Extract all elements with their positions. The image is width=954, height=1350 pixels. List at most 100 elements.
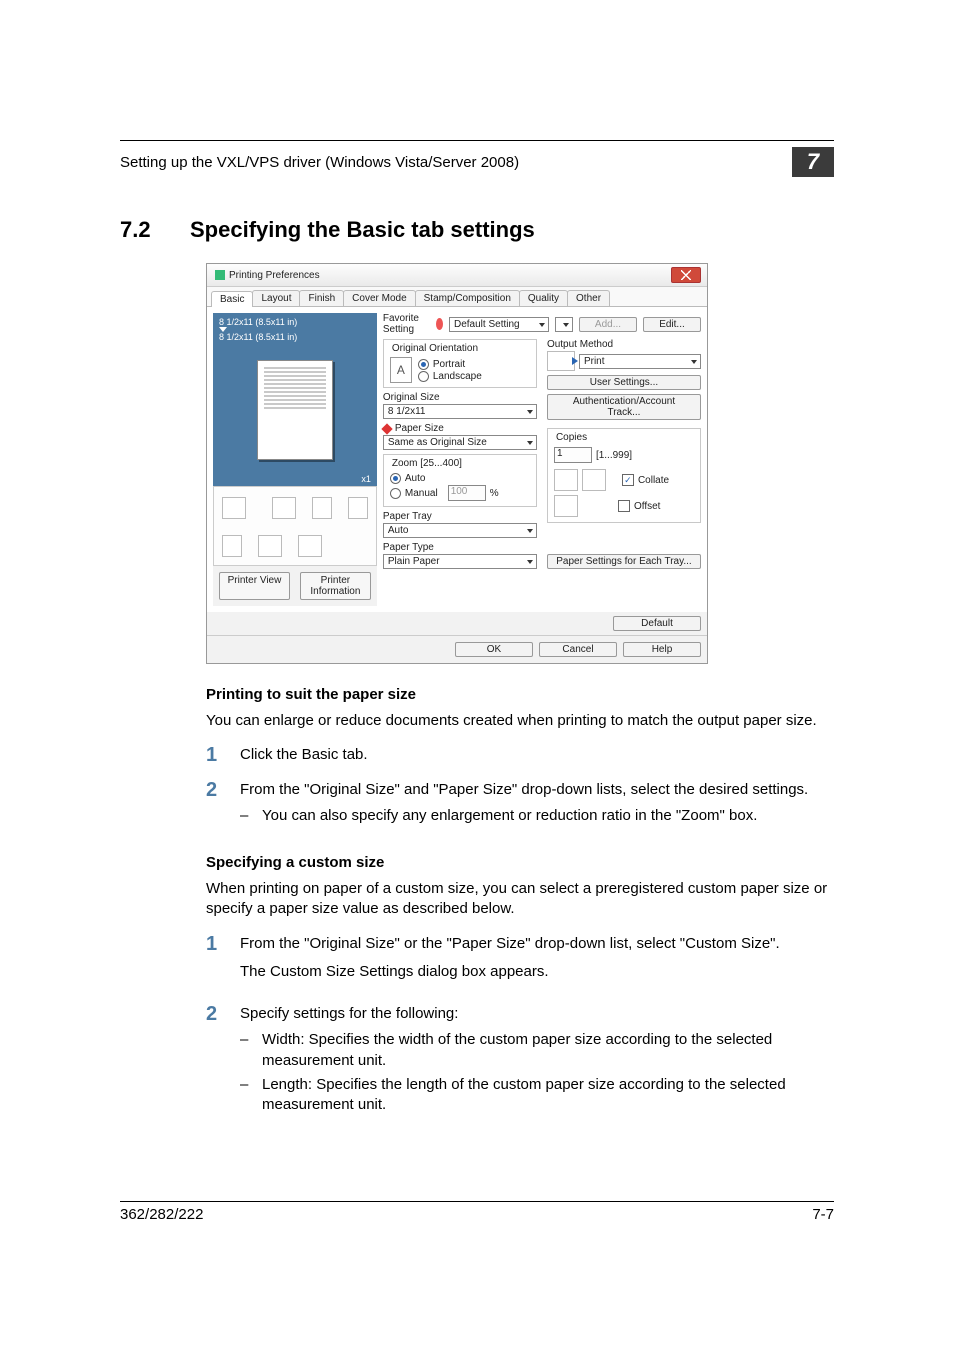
tab-cover-mode[interactable]: Cover Mode (343, 290, 415, 306)
edit-favorite-button[interactable]: Edit... (643, 317, 701, 332)
copies-range-label: [1...999] (596, 450, 632, 461)
subsection-heading: Specifying a custom size (206, 854, 834, 871)
offset-icon (554, 495, 578, 517)
zoom-manual-label: Manual (405, 488, 438, 499)
preview-status-icon (298, 535, 322, 557)
footer-left: 362/282/222 (120, 1206, 203, 1223)
original-size-label: Original Size (383, 392, 537, 403)
printing-preferences-dialog: Printing Preferences Basic Layout Finish… (206, 263, 708, 664)
preview-status-icon (312, 497, 332, 519)
close-icon[interactable] (671, 267, 701, 283)
cancel-button[interactable]: Cancel (539, 642, 617, 657)
dialog-title-icon (215, 270, 225, 280)
paper-size-icon (381, 423, 392, 434)
printer-information-button[interactable]: Printer Information (300, 572, 371, 600)
landscape-radio[interactable] (418, 371, 429, 382)
landscape-label: Landscape (433, 371, 482, 382)
original-size-dropdown[interactable]: 8 1/2x11 (383, 404, 537, 419)
section-heading: 7.2Specifying the Basic tab settings (120, 217, 834, 243)
section-number: 7.2 (120, 217, 190, 243)
orientation-legend: Original Orientation (390, 343, 480, 354)
body-text: You can enlarge or reduce documents crea… (206, 711, 834, 731)
step-sub-text: Length: Specifies the length of the cust… (262, 1075, 834, 1116)
preview-size-1: 8 1/2x11 (8.5x11 in) (219, 317, 297, 327)
preview-size-2: 8 1/2x11 (8.5x11 in) (219, 332, 297, 342)
preview-status-icon (348, 497, 368, 519)
subsection-heading: Printing to suit the paper size (206, 686, 834, 703)
zoom-manual-radio[interactable] (390, 488, 401, 499)
zoom-auto-label: Auto (405, 473, 426, 484)
output-method-icon (547, 351, 575, 371)
body-text: When printing on paper of a custom size,… (206, 879, 834, 920)
step-text: From the "Original Size" or the "Paper S… (240, 934, 834, 954)
preview-status-icon (222, 535, 242, 557)
tab-finish[interactable]: Finish (299, 290, 344, 306)
paper-settings-each-tray-button[interactable]: Paper Settings for Each Tray... (547, 554, 701, 569)
portrait-radio[interactable] (418, 359, 429, 370)
favorite-setting-label: Favorite Setting (383, 313, 424, 335)
offset-checkbox[interactable] (618, 500, 630, 512)
step-after-text: The Custom Size Settings dialog box appe… (240, 962, 834, 982)
tab-basic[interactable]: Basic (211, 291, 253, 307)
tab-other[interactable]: Other (567, 290, 610, 306)
zoom-legend: Zoom [25...400] (390, 458, 464, 469)
printer-view-button[interactable]: Printer View (219, 572, 290, 600)
zoom-value-input[interactable]: 100 (448, 485, 486, 501)
original-orientation-group: Original Orientation A Portrait Landscap… (383, 339, 537, 388)
paper-tray-dropdown[interactable]: Auto (383, 523, 537, 538)
step-number: 2 (206, 780, 240, 833)
step-number: 1 (206, 745, 240, 765)
collate-icon (582, 469, 606, 491)
output-method-dropdown[interactable]: Print (579, 354, 701, 369)
zoom-group: Zoom [25...400] Auto Manual 100 % (383, 454, 537, 507)
default-button[interactable]: Default (613, 616, 701, 631)
star-icon (436, 318, 443, 330)
step-number: 1 (206, 934, 240, 991)
paper-size-label: Paper Size (395, 423, 444, 434)
output-method-label: Output Method (547, 339, 701, 350)
zoom-auto-radio[interactable] (390, 473, 401, 484)
paper-size-dropdown[interactable]: Same as Original Size (383, 435, 537, 450)
copies-group: Copies 1 [1...999] (547, 428, 701, 523)
zoom-percent-label: % (490, 488, 499, 499)
step-text: From the "Original Size" and "Paper Size… (240, 780, 834, 800)
step-sub-text: You can also specify any enlargement or … (262, 806, 757, 826)
paper-type-dropdown[interactable]: Plain Paper (383, 554, 537, 569)
collate-label: Collate (638, 475, 669, 486)
orientation-icon: A (390, 357, 412, 383)
add-favorite-button[interactable]: Add... (579, 317, 637, 332)
user-settings-button[interactable]: User Settings... (547, 375, 701, 390)
ok-button[interactable]: OK (455, 642, 533, 657)
paper-tray-label: Paper Tray (383, 511, 537, 522)
dialog-title: Printing Preferences (229, 270, 671, 281)
collate-icon (554, 469, 578, 491)
preview-status-icon (258, 535, 282, 557)
portrait-label: Portrait (433, 359, 465, 370)
favorite-arrow[interactable] (555, 317, 573, 332)
chapter-badge: 7 (792, 147, 834, 177)
footer-right: 7-7 (812, 1206, 834, 1223)
preview-panel: 8 1/2x11 (8.5x11 in) 8 1/2x11 (8.5x11 in… (213, 313, 377, 606)
collate-checkbox[interactable] (622, 474, 634, 486)
tab-quality[interactable]: Quality (519, 290, 568, 306)
tab-layout[interactable]: Layout (252, 290, 300, 306)
step-text: Click the Basic tab. (240, 745, 834, 765)
preview-status-icon (222, 497, 246, 519)
copies-input[interactable]: 1 (554, 447, 592, 463)
step-text: Specify settings for the following: (240, 1004, 834, 1024)
favorite-setting-dropdown[interactable]: Default Setting (449, 317, 549, 332)
help-button[interactable]: Help (623, 642, 701, 657)
preview-zoom-indicator: x1 (213, 474, 377, 486)
step-number: 2 (206, 1004, 240, 1121)
authentication-button[interactable]: Authentication/Account Track... (547, 394, 701, 420)
tab-stamp-composition[interactable]: Stamp/Composition (415, 290, 520, 306)
step-sub-text: Width: Specifies the width of the custom… (262, 1030, 834, 1071)
tab-strip: Basic Layout Finish Cover Mode Stamp/Com… (207, 287, 707, 307)
offset-label: Offset (634, 501, 661, 512)
running-header: Setting up the VXL/VPS driver (Windows V… (120, 154, 792, 171)
section-title: Specifying the Basic tab settings (190, 217, 535, 242)
paper-type-label: Paper Type (383, 542, 537, 553)
copies-legend: Copies (554, 432, 589, 443)
preview-page-icon (257, 360, 333, 460)
preview-status-icon (272, 497, 296, 519)
